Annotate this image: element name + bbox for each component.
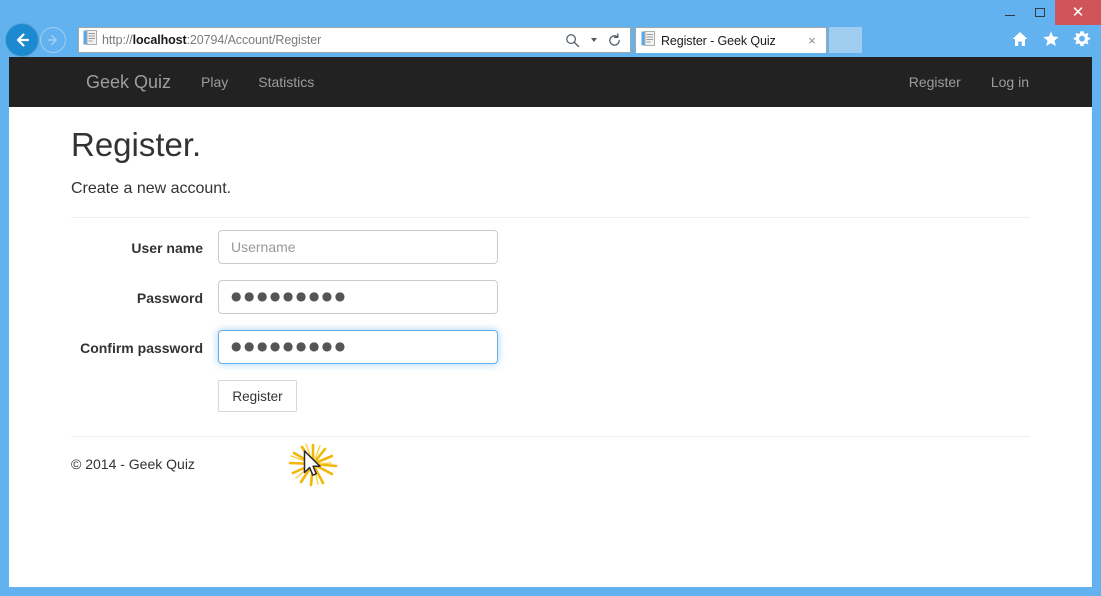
search-icon[interactable] <box>563 29 582 51</box>
register-submit-button[interactable]: Register <box>218 380 297 412</box>
footer-copyright: © 2014 - Geek Quiz <box>71 456 1030 472</box>
navbar-brand[interactable]: Geek Quiz <box>71 57 186 107</box>
username-input[interactable] <box>218 230 498 264</box>
browser-window: ✕ <box>0 0 1101 596</box>
maximize-button[interactable] <box>1025 0 1055 25</box>
label-confirm-password: Confirm password <box>71 330 218 359</box>
footer-divider <box>71 436 1030 437</box>
form-row-confirm-password: Confirm password ●●●●●●●●● <box>71 330 1030 364</box>
browser-chrome-toolbar: ✕ <box>0 0 1101 57</box>
window-controls: ✕ <box>995 0 1101 25</box>
confirm-password-input[interactable]: ●●●●●●●●● <box>218 330 498 364</box>
page-viewport: Geek Quiz Play Statistics Register Log i… <box>9 57 1092 587</box>
nav-link-statistics[interactable]: Statistics <box>243 57 329 107</box>
nav-link-login[interactable]: Log in <box>976 57 1044 107</box>
address-url-text: http://localhost:20794/Account/Register <box>102 33 563 47</box>
back-button[interactable] <box>6 24 38 56</box>
password-input[interactable]: ●●●●●●●●● <box>218 280 498 314</box>
form-row-username: User name <box>71 230 1030 264</box>
gear-icon[interactable] <box>1071 28 1093 50</box>
main-content: Register. Create a new account. User nam… <box>9 127 1092 472</box>
minimize-button[interactable] <box>995 0 1025 25</box>
page-title: Register. <box>71 127 1030 163</box>
minimize-icon <box>1005 15 1015 16</box>
maximize-icon <box>1035 8 1045 17</box>
arrow-right-icon <box>46 33 60 47</box>
nav-link-play[interactable]: Play <box>186 57 243 107</box>
home-icon[interactable] <box>1009 28 1031 50</box>
page-icon <box>641 31 655 51</box>
label-password: Password <box>71 280 218 309</box>
close-icon: ✕ <box>1072 5 1085 20</box>
navbar-right-group: Register Log in <box>894 57 1044 107</box>
forward-button[interactable] <box>40 27 66 53</box>
arrow-left-icon <box>13 31 31 49</box>
site-navbar: Geek Quiz Play Statistics Register Log i… <box>9 57 1092 107</box>
star-icon[interactable] <box>1040 28 1062 50</box>
close-button[interactable]: ✕ <box>1055 0 1101 25</box>
register-form: User name Password ●●●●●●●●● Confirm pas… <box>71 230 1030 412</box>
form-divider <box>71 217 1030 218</box>
nav-link-register[interactable]: Register <box>894 57 976 107</box>
navbar-left-group: Geek Quiz Play Statistics <box>71 57 329 107</box>
new-tab-button[interactable] <box>829 27 862 53</box>
browser-tab-title: Register - Geek Quiz <box>661 34 803 48</box>
refresh-icon[interactable] <box>605 29 624 51</box>
tab-close-icon[interactable]: × <box>803 32 821 50</box>
submit-spacer <box>71 380 218 389</box>
browser-toolbar-icons <box>1009 28 1093 50</box>
chevron-down-icon[interactable] <box>584 29 603 51</box>
address-bar[interactable]: http://localhost:20794/Account/Register <box>78 27 631 53</box>
address-bar-icons <box>563 29 630 51</box>
label-username: User name <box>71 230 218 259</box>
page-icon <box>83 30 97 50</box>
form-row-submit: Register <box>71 380 1030 412</box>
confirm-password-masked-value: ●●●●●●●●● <box>231 339 348 353</box>
page-subtitle: Create a new account. <box>71 179 1030 198</box>
browser-tab[interactable]: Register - Geek Quiz × <box>635 27 827 53</box>
password-masked-value: ●●●●●●●●● <box>231 289 348 303</box>
form-row-password: Password ●●●●●●●●● <box>71 280 1030 314</box>
